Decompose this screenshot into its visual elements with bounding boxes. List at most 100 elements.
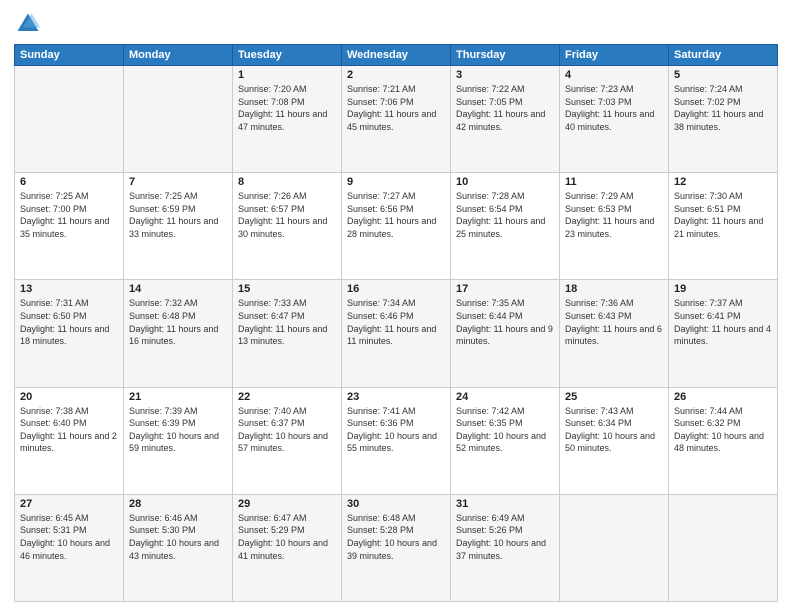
day-number: 30 (347, 498, 445, 510)
calendar-week: 6 Sunrise: 7:25 AM Sunset: 7:00 PM Daylig… (15, 173, 778, 280)
calendar-cell: 21Sunrise: 7:39 AM Sunset: 6:39 PM Dayli… (124, 387, 233, 494)
cell-text: Sunrise: 7:40 AM Sunset: 6:37 PM Dayligh… (238, 405, 336, 455)
cell-text: Sunrise: 7:22 AM Sunset: 7:05 PM Dayligh… (456, 83, 554, 133)
logo (14, 10, 46, 38)
day-number: 22 (238, 391, 336, 403)
calendar-cell: 8Sunrise: 7:26 AM Sunset: 6:57 PM Daylig… (233, 173, 342, 280)
header (14, 10, 778, 38)
day-number: 2 (347, 69, 445, 81)
weekday-row: SundayMondayTuesdayWednesdayThursdayFrid… (15, 45, 778, 66)
day-number: 9 (347, 176, 445, 188)
calendar-cell: 1Sunrise: 7:20 AM Sunset: 7:08 PM Daylig… (233, 66, 342, 173)
page: SundayMondayTuesdayWednesdayThursdayFrid… (0, 0, 792, 612)
day-number: 19 (674, 283, 772, 295)
calendar-cell: 30 Sunrise: 6:48 AM Sunset: 5:28 PM Dayli… (342, 494, 451, 601)
calendar-cell (560, 494, 669, 601)
calendar: SundayMondayTuesdayWednesdayThursdayFrid… (14, 44, 778, 602)
day-number: 18 (565, 283, 663, 295)
weekday-header: Wednesday (342, 45, 451, 66)
calendar-cell (15, 66, 124, 173)
cell-text: Sunrise: 6:48 AM Sunset: 5:28 PM Dayligh… (347, 512, 445, 562)
cell-text: Sunrise: 7:27 AM Sunset: 6:56 PM Dayligh… (347, 190, 445, 240)
calendar-cell: 24Sunrise: 7:42 AM Sunset: 6:35 PM Dayli… (451, 387, 560, 494)
day-number: 23 (347, 391, 445, 403)
day-number: 7 (129, 176, 227, 188)
calendar-cell: 20Sunrise: 7:38 AM Sunset: 6:40 PM Dayli… (15, 387, 124, 494)
cell-text: Sunrise: 7:34 AM Sunset: 6:46 PM Dayligh… (347, 297, 445, 347)
cell-text: Sunrise: 7:36 AM Sunset: 6:43 PM Dayligh… (565, 297, 663, 347)
calendar-cell: 25 Sunrise: 7:43 AM Sunset: 6:34 PM Dayli… (560, 387, 669, 494)
cell-text: Sunrise: 6:45 AM Sunset: 5:31 PM Dayligh… (20, 512, 118, 562)
day-number: 11 (565, 176, 663, 188)
cell-text: Sunrise: 7:30 AM Sunset: 6:51 PM Dayligh… (674, 190, 772, 240)
calendar-week: 20Sunrise: 7:38 AM Sunset: 6:40 PM Dayli… (15, 387, 778, 494)
logo-icon (14, 10, 42, 38)
calendar-cell: 28Sunrise: 6:46 AM Sunset: 5:30 PM Dayli… (124, 494, 233, 601)
weekday-header: Friday (560, 45, 669, 66)
cell-text: Sunrise: 7:37 AM Sunset: 6:41 PM Dayligh… (674, 297, 772, 347)
cell-text: Sunrise: 6:49 AM Sunset: 5:26 PM Dayligh… (456, 512, 554, 562)
day-number: 21 (129, 391, 227, 403)
calendar-cell: 31Sunrise: 6:49 AM Sunset: 5:26 PM Dayli… (451, 494, 560, 601)
weekday-header: Thursday (451, 45, 560, 66)
calendar-header: SundayMondayTuesdayWednesdayThursdayFrid… (15, 45, 778, 66)
day-number: 5 (674, 69, 772, 81)
calendar-cell: 6 Sunrise: 7:25 AM Sunset: 7:00 PM Daylig… (15, 173, 124, 280)
calendar-week: 1Sunrise: 7:20 AM Sunset: 7:08 PM Daylig… (15, 66, 778, 173)
calendar-cell (124, 66, 233, 173)
cell-text: Sunrise: 7:25 AM Sunset: 7:00 PM Dayligh… (20, 190, 118, 240)
calendar-cell: 27 Sunrise: 6:45 AM Sunset: 5:31 PM Dayli… (15, 494, 124, 601)
calendar-cell: 22 Sunrise: 7:40 AM Sunset: 6:37 PM Dayli… (233, 387, 342, 494)
calendar-cell: 7 Sunrise: 7:25 AM Sunset: 6:59 PM Daylig… (124, 173, 233, 280)
calendar-cell: 18 Sunrise: 7:36 AM Sunset: 6:43 PM Dayli… (560, 280, 669, 387)
calendar-cell: 10Sunrise: 7:28 AM Sunset: 6:54 PM Dayli… (451, 173, 560, 280)
day-number: 29 (238, 498, 336, 510)
cell-text: Sunrise: 7:26 AM Sunset: 6:57 PM Dayligh… (238, 190, 336, 240)
cell-text: Sunrise: 7:25 AM Sunset: 6:59 PM Dayligh… (129, 190, 227, 240)
calendar-week: 27 Sunrise: 6:45 AM Sunset: 5:31 PM Dayli… (15, 494, 778, 601)
calendar-cell: 19 Sunrise: 7:37 AM Sunset: 6:41 PM Dayli… (669, 280, 778, 387)
day-number: 13 (20, 283, 118, 295)
day-number: 6 (20, 176, 118, 188)
day-number: 16 (347, 283, 445, 295)
calendar-cell: 14 Sunrise: 7:32 AM Sunset: 6:48 PM Dayli… (124, 280, 233, 387)
cell-text: Sunrise: 7:21 AM Sunset: 7:06 PM Dayligh… (347, 83, 445, 133)
day-number: 4 (565, 69, 663, 81)
calendar-cell: 17Sunrise: 7:35 AM Sunset: 6:44 PM Dayli… (451, 280, 560, 387)
cell-text: Sunrise: 7:43 AM Sunset: 6:34 PM Dayligh… (565, 405, 663, 455)
cell-text: Sunrise: 6:47 AM Sunset: 5:29 PM Dayligh… (238, 512, 336, 562)
day-number: 17 (456, 283, 554, 295)
cell-text: Sunrise: 7:44 AM Sunset: 6:32 PM Dayligh… (674, 405, 772, 455)
day-number: 26 (674, 391, 772, 403)
cell-text: Sunrise: 7:41 AM Sunset: 6:36 PM Dayligh… (347, 405, 445, 455)
calendar-cell: 5Sunrise: 7:24 AM Sunset: 7:02 PM Daylig… (669, 66, 778, 173)
weekday-header: Tuesday (233, 45, 342, 66)
day-number: 12 (674, 176, 772, 188)
calendar-cell: 13 Sunrise: 7:31 AM Sunset: 6:50 PM Dayli… (15, 280, 124, 387)
weekday-header: Monday (124, 45, 233, 66)
calendar-cell: 11 Sunrise: 7:29 AM Sunset: 6:53 PM Dayli… (560, 173, 669, 280)
day-number: 3 (456, 69, 554, 81)
calendar-week: 13 Sunrise: 7:31 AM Sunset: 6:50 PM Dayli… (15, 280, 778, 387)
cell-text: Sunrise: 7:31 AM Sunset: 6:50 PM Dayligh… (20, 297, 118, 347)
day-number: 27 (20, 498, 118, 510)
day-number: 14 (129, 283, 227, 295)
day-number: 15 (238, 283, 336, 295)
cell-text: Sunrise: 7:29 AM Sunset: 6:53 PM Dayligh… (565, 190, 663, 240)
calendar-cell: 26 Sunrise: 7:44 AM Sunset: 6:32 PM Dayli… (669, 387, 778, 494)
cell-text: Sunrise: 7:23 AM Sunset: 7:03 PM Dayligh… (565, 83, 663, 133)
calendar-cell: 15Sunrise: 7:33 AM Sunset: 6:47 PM Dayli… (233, 280, 342, 387)
weekday-header: Sunday (15, 45, 124, 66)
calendar-cell: 4 Sunrise: 7:23 AM Sunset: 7:03 PM Daylig… (560, 66, 669, 173)
cell-text: Sunrise: 7:32 AM Sunset: 6:48 PM Dayligh… (129, 297, 227, 347)
day-number: 20 (20, 391, 118, 403)
day-number: 25 (565, 391, 663, 403)
day-number: 1 (238, 69, 336, 81)
calendar-cell: 12 Sunrise: 7:30 AM Sunset: 6:51 PM Dayli… (669, 173, 778, 280)
calendar-cell: 29 Sunrise: 6:47 AM Sunset: 5:29 PM Dayli… (233, 494, 342, 601)
cell-text: Sunrise: 7:42 AM Sunset: 6:35 PM Dayligh… (456, 405, 554, 455)
calendar-cell: 9 Sunrise: 7:27 AM Sunset: 6:56 PM Daylig… (342, 173, 451, 280)
calendar-cell: 23 Sunrise: 7:41 AM Sunset: 6:36 PM Dayli… (342, 387, 451, 494)
calendar-body: 1Sunrise: 7:20 AM Sunset: 7:08 PM Daylig… (15, 66, 778, 602)
day-number: 10 (456, 176, 554, 188)
